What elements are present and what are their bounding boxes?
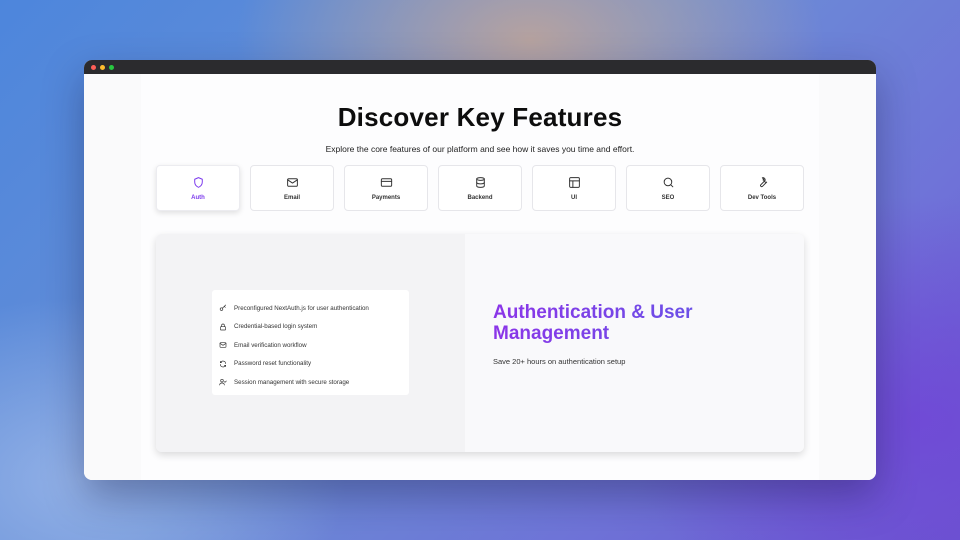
minimize-window-button[interactable] — [100, 64, 105, 70]
panel-left: Preconfigured NextAuth.js for user authe… — [156, 234, 465, 452]
page-subtitle: Explore the core features of our platfor… — [325, 144, 635, 154]
tab-dev-tools[interactable]: Dev Tools — [720, 165, 804, 211]
list-item: Credential-based login system — [219, 318, 409, 337]
tab-seo[interactable]: SEO — [626, 165, 710, 211]
tab-ui[interactable]: UI — [532, 165, 616, 211]
feature-tabs: Auth Email Payments Backend UI SEO Dev T… — [156, 165, 804, 211]
user-check-icon — [219, 379, 227, 386]
wrench-icon — [759, 176, 767, 187]
mail-icon — [286, 177, 298, 187]
database-icon — [475, 176, 485, 188]
panel-title: Authentication & User Management — [493, 302, 793, 344]
feature-text: Session management with secure storage — [234, 378, 350, 386]
tab-label: Email — [283, 194, 300, 201]
tab-auth[interactable]: Auth — [156, 165, 240, 211]
list-item: Password reset functionality — [219, 355, 409, 374]
list-item: Email verification workflow — [219, 336, 409, 355]
credit-card-icon — [380, 177, 392, 187]
panel-subtitle: Save 20+ hours on authentication setup — [493, 357, 626, 366]
page-content: Discover Key Features Explore the core f… — [84, 74, 876, 480]
feature-text: Credential-based login system — [234, 323, 318, 331]
tab-email[interactable]: Email — [250, 165, 334, 211]
browser-window: Discover Key Features Explore the core f… — [84, 60, 876, 480]
mail-icon — [219, 342, 227, 348]
feature-text: Preconfigured NextAuth.js for user authe… — [234, 304, 369, 312]
page-title: Discover Key Features — [337, 102, 623, 132]
tab-label: Auth — [191, 194, 205, 201]
tab-backend[interactable]: Backend — [438, 165, 522, 211]
feature-detail-panel: Preconfigured NextAuth.js for user authe… — [156, 234, 804, 452]
tab-payments[interactable]: Payments — [344, 165, 428, 211]
tab-label: Backend — [467, 194, 493, 201]
features-section: Discover Key Features Explore the core f… — [141, 74, 819, 480]
panel-right: Authentication & User Management Save 20… — [465, 234, 804, 452]
shield-icon — [193, 176, 203, 188]
list-item: Preconfigured NextAuth.js for user authe… — [219, 299, 409, 318]
tab-label: Dev Tools — [747, 194, 777, 201]
search-icon — [663, 177, 673, 187]
list-item: Session management with secure storage — [219, 373, 409, 392]
window-titlebar — [84, 60, 876, 74]
maximize-window-button[interactable] — [109, 64, 114, 70]
feature-text: Email verification workflow — [234, 341, 307, 349]
tab-label: SEO — [661, 194, 675, 201]
feature-list-card: Preconfigured NextAuth.js for user authe… — [212, 290, 409, 395]
key-icon — [219, 304, 226, 312]
feature-text: Password reset functionality — [234, 360, 312, 368]
tab-label: Payments — [371, 194, 401, 201]
close-window-button[interactable] — [91, 64, 96, 70]
tab-label: UI — [571, 194, 577, 201]
layout-icon — [568, 176, 580, 188]
lock-icon — [220, 323, 226, 331]
refresh-icon — [220, 360, 226, 368]
